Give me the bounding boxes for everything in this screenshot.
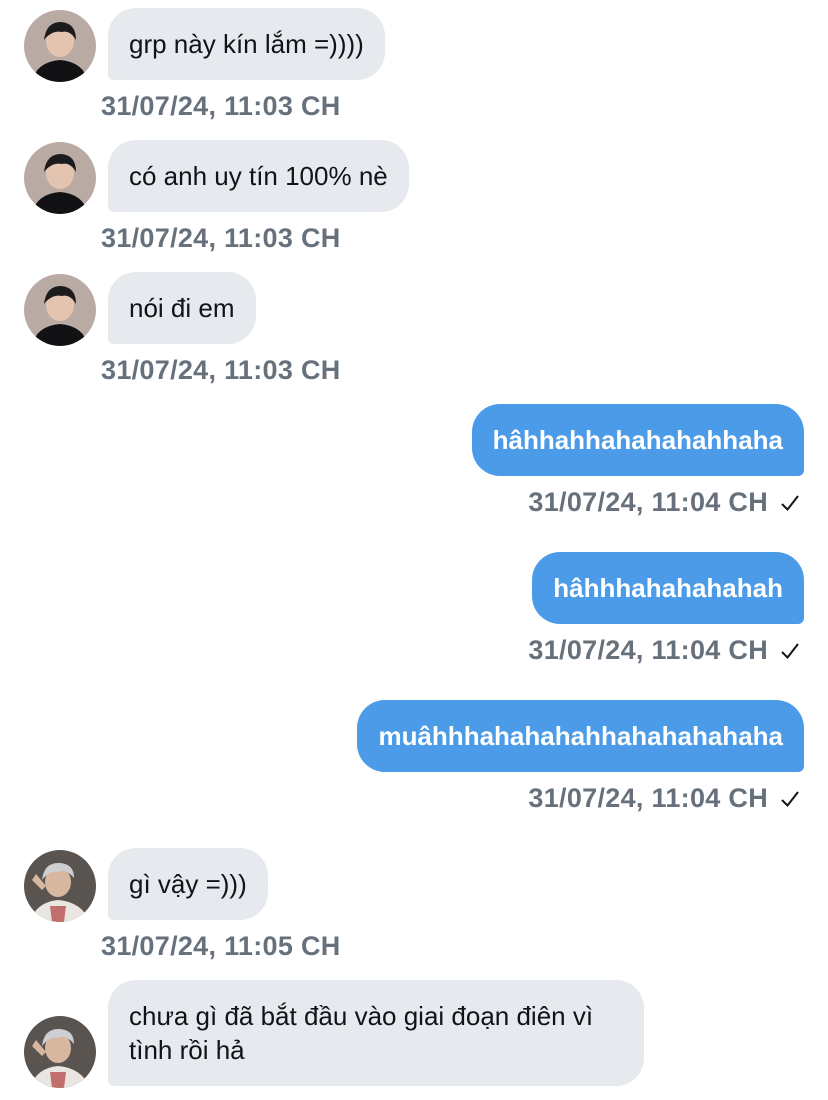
avatar[interactable] — [24, 10, 96, 82]
message-timestamp-row: 31/07/24, 11:04 CH — [528, 783, 802, 814]
checkmark-icon — [778, 787, 802, 811]
message-timestamp: 31/07/24, 11:05 CH — [101, 931, 341, 961]
message-bubble[interactable]: muâhhhahahahahhahahahahaha — [357, 700, 804, 772]
message-bubble[interactable]: hâhhhahahahahah — [532, 552, 804, 624]
message-timestamp: 31/07/24, 11:04 CH — [528, 635, 768, 665]
message-bubble[interactable]: nói đi em — [108, 272, 256, 344]
message-timestamp: 31/07/24, 11:03 CH — [101, 91, 341, 121]
message-bubble[interactable]: grp này kín lắm =)))) — [108, 8, 385, 80]
avatar[interactable] — [24, 850, 96, 922]
avatar-photo-icon — [24, 10, 96, 82]
avatar-photo-icon — [24, 1016, 96, 1088]
avatar[interactable] — [24, 142, 96, 214]
avatar[interactable] — [24, 1016, 96, 1088]
message-bubble[interactable]: chưa gì đã bắt đầu vào giai đoạn điên vì… — [108, 980, 644, 1086]
message-timestamp-row: 31/07/24, 11:04 CH — [528, 487, 802, 518]
message-bubble[interactable]: gì vậy =))) — [108, 848, 268, 920]
avatar-photo-icon — [24, 850, 96, 922]
checkmark-icon — [778, 491, 802, 515]
message-timestamp: 31/07/24, 11:03 CH — [101, 355, 341, 385]
checkmark-icon — [778, 639, 802, 663]
message-timestamp: 31/07/24, 11:03 CH — [101, 223, 341, 253]
message-timestamp-row: 31/07/24, 11:04 CH — [528, 635, 802, 666]
message-timestamp: 31/07/24, 11:04 CH — [528, 783, 768, 813]
message-timestamp: 31/07/24, 11:04 CH — [528, 487, 768, 517]
avatar[interactable] — [24, 274, 96, 346]
avatar-photo-icon — [24, 142, 96, 214]
message-bubble[interactable]: hâhhahhahahahahhaha — [471, 404, 804, 476]
avatar-photo-icon — [24, 274, 96, 346]
chat-thread: grp này kín lắm =)))) 31/07/24, 11:03 CH… — [0, 0, 828, 1100]
message-bubble[interactable]: có anh uy tín 100% nè — [108, 140, 409, 212]
